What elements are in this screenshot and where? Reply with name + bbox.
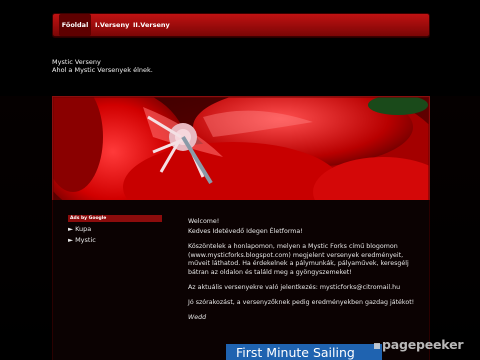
main-content: Welcome! Kedves Idetévedő Idegen Életfor…: [188, 218, 418, 329]
closing-paragraph: Jó szórakozást, a versenyzőknek pedig er…: [188, 299, 415, 307]
ad-banner-text: First Minute Sailing: [236, 345, 355, 360]
intro-paragraph: Köszöntelek a honlapomon, melyen a Mysti…: [188, 243, 409, 276]
header-banner-image: [52, 96, 430, 202]
pagepeeker-watermark: pagepeeker: [374, 337, 464, 353]
red-flower-image: [53, 97, 429, 201]
sidebar-link-mystic[interactable]: ► Mystic: [68, 236, 162, 244]
nav-item-i-verseny[interactable]: I.Verseny: [95, 14, 129, 36]
greeting-text: Kedves Idetévedő Idegen Életforma!: [188, 228, 303, 236]
ad-banner[interactable]: First Minute Sailing: [226, 344, 382, 360]
sidebar: Ads by Google ► Kupa ► Mystic: [68, 215, 162, 244]
welcome-heading: Welcome!: [188, 218, 220, 225]
pagepeeker-logo-icon: [374, 342, 380, 349]
nav-item-ii-verseny[interactable]: II.Verseny: [133, 14, 170, 36]
watermark-text: pagepeeker: [382, 337, 464, 352]
ads-by-google-label[interactable]: Ads by Google: [68, 215, 162, 222]
main-nav: Főoldal I.Verseny II.Verseny: [52, 13, 430, 37]
nav-item-fooldal[interactable]: Főoldal: [59, 14, 91, 36]
site-subtitle: Ahol a Mystic Versenyek élnek.: [52, 66, 153, 74]
signature: Wedd: [188, 314, 207, 322]
site-title: Mystic Verseny: [52, 58, 101, 66]
sidebar-link-kupa[interactable]: ► Kupa: [68, 225, 162, 233]
contact-paragraph: Az aktuális versenyekre való jelentkezés…: [188, 284, 401, 292]
